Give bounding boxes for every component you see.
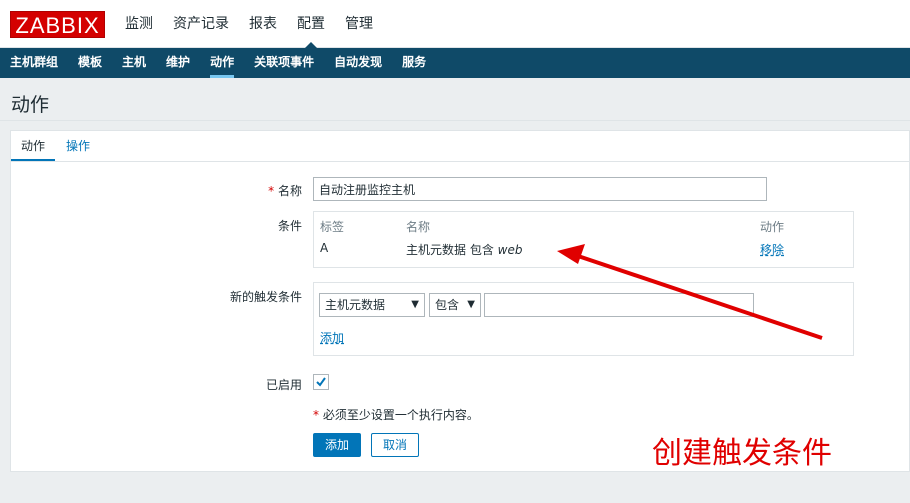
- annotation-text: 创建触发条件: [652, 436, 832, 471]
